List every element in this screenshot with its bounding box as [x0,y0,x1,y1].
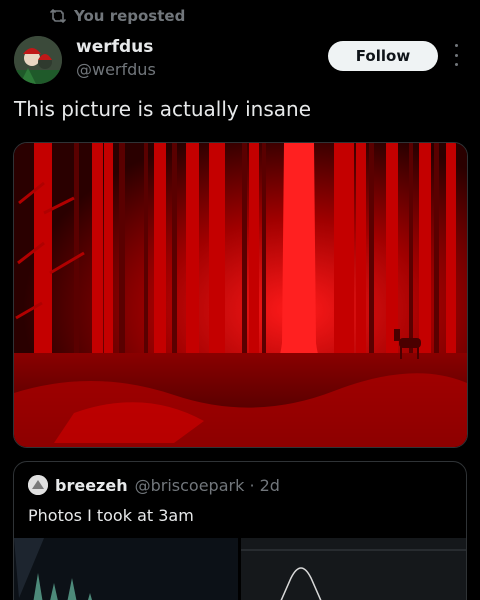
quote-display-name: breezeh [55,475,128,495]
quoted-post[interactable]: breezeh @briscoepark · 2d Photos I took … [13,461,467,600]
quote-image-left[interactable] [14,538,238,600]
repost-indicator[interactable]: You reposted [50,7,185,25]
author-info[interactable]: werfdus @werfdus [76,37,156,81]
quote-header: breezeh @briscoepark · 2d [28,475,280,495]
quote-text: Photos I took at 3am [28,506,194,525]
post-screen: You reposted werfdus @werfdus Follow Thi… [0,0,480,600]
more-icon[interactable] [450,44,462,66]
author-display-name[interactable]: werfdus [76,37,156,58]
repost-label: You reposted [74,7,186,25]
author-handle[interactable]: @werfdus [76,59,156,81]
more-dot [454,44,458,47]
repost-icon [50,8,66,24]
red-forest-image [14,143,467,447]
quote-image-right[interactable] [241,538,466,600]
more-dot [454,63,458,66]
post-image[interactable] [13,142,468,448]
more-dot [454,53,458,57]
post-text: This picture is actually insane [14,97,311,121]
quote-handle-time: @briscoepark · 2d [134,475,280,495]
quote-avatar [28,475,48,495]
author-avatar[interactable] [14,36,62,84]
follow-button[interactable]: Follow [328,41,438,71]
